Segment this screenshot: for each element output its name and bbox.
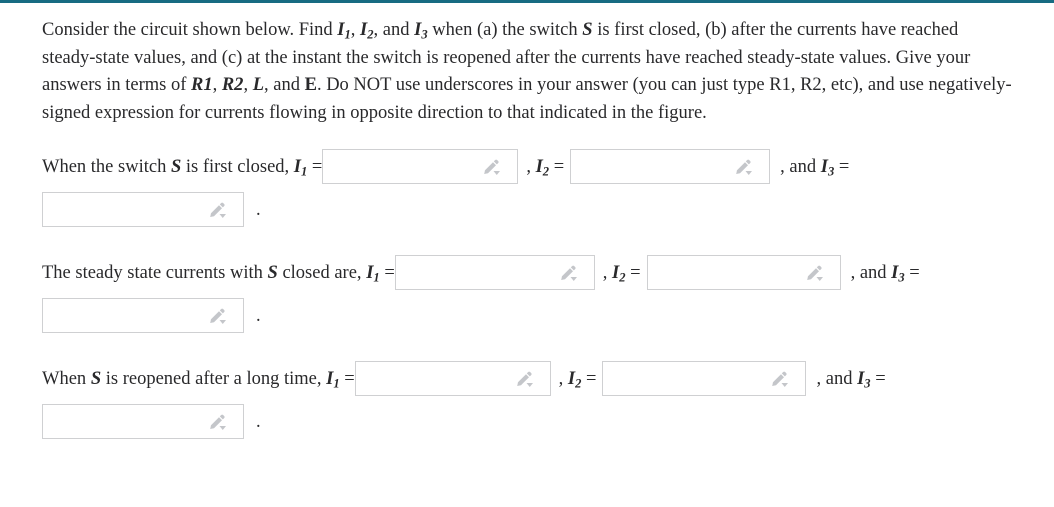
i2-var: I2	[612, 262, 626, 285]
i1-answer-box[interactable]	[322, 149, 519, 184]
prompt-segment-1: Consider the circuit shown below. Find	[42, 20, 338, 40]
i3-answer-box[interactable]	[42, 298, 244, 333]
i2-var: I2	[567, 368, 582, 391]
prompt-segment-2: ,	[350, 20, 361, 40]
i3-var: I3	[891, 262, 905, 285]
question-2-sep-i3: , and I3 =	[850, 262, 920, 285]
i3-answer-input[interactable]	[43, 299, 243, 332]
question-2-line-2: .	[42, 298, 1054, 333]
i2-answer-input[interactable]	[571, 150, 770, 183]
i2-answer-input[interactable]	[647, 256, 840, 289]
question-1-line-2: .	[42, 192, 1054, 227]
prompt-var-i1: I1	[337, 20, 351, 42]
i2-answer-box[interactable]	[570, 149, 771, 184]
i1-answer-input[interactable]	[323, 150, 518, 183]
i2-var: I2	[535, 156, 550, 179]
question-3-label: When S is reopened after a long time, I1…	[42, 368, 355, 391]
question-1-sep-i3: , and I3 =	[780, 156, 850, 179]
switch-var: S	[267, 262, 278, 283]
question-2-sep-i2: , I2 =	[602, 262, 641, 285]
question-1-sep-i2: , I2 =	[526, 156, 565, 179]
question-2-line-1: The steady state currents with S closed …	[42, 255, 1054, 290]
prompt-var-r2: R2	[221, 75, 244, 95]
prompt-var-i2: I2	[360, 20, 374, 42]
switch-var: S	[90, 368, 102, 389]
prompt-segment-4: when (a) the switch	[427, 20, 583, 40]
question-3-sep-i3: , and I3 =	[816, 368, 886, 391]
question-3-line-2: .	[42, 404, 1054, 439]
i3-answer-box[interactable]	[42, 404, 244, 439]
prompt-var-r1: R1	[191, 75, 213, 95]
i1-answer-input[interactable]	[395, 256, 594, 289]
question-3-sep-i2: , I2 =	[558, 368, 597, 391]
i3-answer-box[interactable]	[42, 192, 244, 227]
i3-var: I3	[857, 368, 871, 391]
i2-answer-box[interactable]	[602, 361, 807, 396]
problem-statement: Consider the circuit shown below. Find I…	[42, 17, 1014, 127]
i2-answer-input[interactable]	[603, 362, 806, 395]
i1-var: I1	[293, 156, 308, 179]
i1-var: I1	[366, 262, 380, 285]
prompt-var-s: S	[582, 20, 593, 40]
question-1-line-1: When the switch S is first closed, I1 = …	[42, 149, 1054, 184]
question-2-label: The steady state currents with S closed …	[42, 262, 395, 285]
question-3-period: .	[256, 411, 261, 432]
question-row-2: The steady state currents with S closed …	[42, 255, 1054, 333]
prompt-var-i3: I3	[414, 20, 428, 42]
prompt-segment-6: ,	[212, 75, 222, 95]
question-row-1: When the switch S is first closed, I1 = …	[42, 149, 1054, 227]
i1-answer-input[interactable]	[355, 362, 550, 395]
i3-var: I3	[820, 156, 835, 179]
i3-answer-input[interactable]	[43, 405, 243, 438]
i3-answer-input[interactable]	[43, 193, 243, 226]
question-1-period: .	[256, 199, 261, 220]
prompt-segment-3: , and	[373, 20, 415, 40]
i1-answer-box[interactable]	[354, 361, 551, 396]
prompt-var-l: L	[252, 75, 264, 95]
switch-var: S	[170, 156, 182, 177]
i1-answer-box[interactable]	[394, 255, 595, 290]
prompt-segment-7: ,	[243, 75, 253, 95]
question-row-3: When S is reopened after a long time, I1…	[42, 361, 1054, 439]
question-1-label: When the switch S is first closed, I1 =	[42, 156, 323, 179]
i1-var: I1	[326, 368, 340, 391]
question-2-period: .	[256, 305, 261, 326]
i2-answer-box[interactable]	[646, 255, 841, 290]
prompt-var-e: E	[304, 75, 317, 95]
prompt-segment-8: , and	[264, 75, 305, 95]
question-content: Consider the circuit shown below. Find I…	[0, 3, 1054, 439]
question-3-line-1: When S is reopened after a long time, I1…	[42, 361, 1054, 396]
